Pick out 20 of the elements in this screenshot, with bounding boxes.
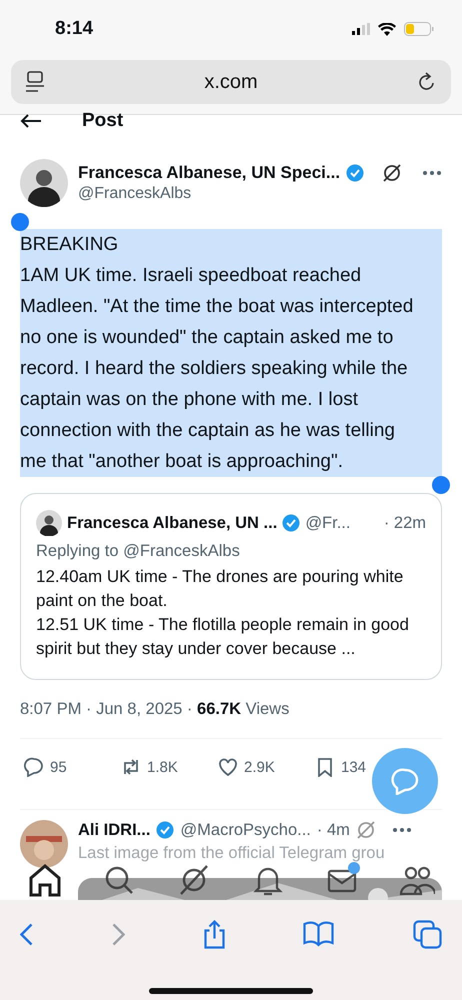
address-bar[interactable]: x.com	[11, 60, 451, 104]
url-text: x.com	[204, 70, 258, 94]
quoted-author-handle: @Fr...	[305, 514, 350, 532]
post-time: · 4m	[316, 820, 350, 840]
author-name[interactable]: Francesca Albanese, UN Speci...	[78, 163, 340, 183]
action-bookmark-button[interactable]: 134	[315, 757, 366, 777]
author-handle[interactable]: @FranceskAlbs	[78, 185, 442, 203]
action-like-button[interactable]: 2.9K	[218, 757, 275, 777]
status-time: 8:14	[55, 18, 94, 40]
post-time: · 22m	[384, 514, 426, 532]
replying-to-text: Replying to @FranceskAlbs	[36, 542, 241, 561]
page-title: Post	[82, 110, 124, 132]
author-handle[interactable]: @MacroPsycho...	[180, 820, 311, 840]
action-repost-button[interactable]: 1.8K	[121, 757, 178, 777]
quoted-post-text: 12.40am UK time - The drones are pouring white paint on the boat. 12.51 UK time - The flotilla people remain in good spirit but they stay under cover because ...	[36, 566, 410, 660]
post-text: Last image from the official Telegram grou	[78, 844, 386, 863]
action-reply-button[interactable]: 95	[24, 757, 67, 777]
post-timestamp: 8:07 PM · Jun 8, 2025 · 66.7K Views	[19, 699, 290, 720]
quoted-author-name: Francesca Albanese, UN ...	[67, 514, 278, 532]
author-name[interactable]: Ali IDRI...	[78, 820, 150, 840]
